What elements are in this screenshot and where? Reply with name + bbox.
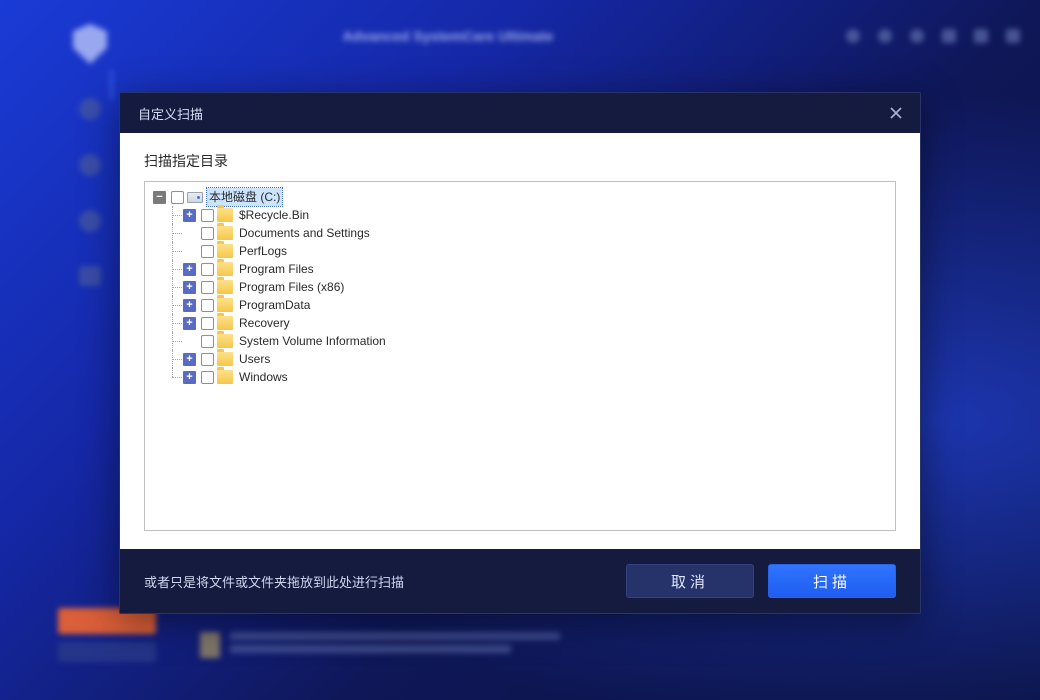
- tree-node: + Users: [159, 350, 887, 368]
- tree-expander-none: [183, 335, 196, 348]
- tree-checkbox[interactable]: [201, 263, 214, 276]
- folder-icon: [217, 352, 233, 366]
- folder-icon: [217, 370, 233, 384]
- shield-icon: [73, 24, 107, 64]
- tree-expand-toggle[interactable]: +: [183, 281, 196, 294]
- folder-icon: [217, 316, 233, 330]
- tree-node-label[interactable]: PerfLogs: [237, 242, 289, 260]
- folder-icon: [217, 334, 233, 348]
- dialog-body: 扫描指定目录 − 本地磁盘 (C:) + $Recycle.BinDocuments …: [120, 133, 920, 549]
- blurred-titlebar: Advanced SystemCare Ultimate: [50, 16, 1020, 56]
- tree-node-label[interactable]: ProgramData: [237, 296, 312, 314]
- tree-expand-toggle[interactable]: +: [183, 209, 196, 222]
- folder-icon: [217, 298, 233, 312]
- tree-expand-toggle[interactable]: +: [183, 371, 196, 384]
- scan-button[interactable]: 扫描: [768, 564, 896, 598]
- tree-node: Documents and Settings: [159, 224, 887, 242]
- blurred-sidebar: [54, 10, 126, 680]
- tree-expand-toggle[interactable]: +: [183, 263, 196, 276]
- tree-node-label[interactable]: System Volume Information: [237, 332, 388, 350]
- tree-expand-toggle[interactable]: +: [183, 353, 196, 366]
- folder-icon: [217, 226, 233, 240]
- custom-scan-dialog: 自定义扫描 扫描指定目录 − 本地磁盘 (C:) + $Recycle.BinDocu…: [119, 92, 921, 614]
- tree-node-label[interactable]: Windows: [237, 368, 290, 386]
- tree-node-label[interactable]: Recovery: [237, 314, 292, 332]
- folder-icon: [217, 244, 233, 258]
- tree-node: + Windows: [159, 368, 887, 386]
- tree-expand-toggle[interactable]: +: [183, 317, 196, 330]
- dialog-header: 自定义扫描: [120, 93, 920, 133]
- tree-checkbox[interactable]: [201, 371, 214, 384]
- tree-expand-toggle[interactable]: +: [183, 299, 196, 312]
- tree-node: + $Recycle.Bin: [159, 206, 887, 224]
- tree-checkbox[interactable]: [201, 353, 214, 366]
- tree-checkbox[interactable]: [201, 245, 214, 258]
- scan-directory-label: 扫描指定目录: [144, 151, 896, 171]
- tree-collapse-toggle[interactable]: −: [153, 191, 166, 204]
- close-icon: [889, 106, 903, 120]
- tree-checkbox[interactable]: [201, 299, 214, 312]
- directory-tree[interactable]: − 本地磁盘 (C:) + $Recycle.BinDocuments and Set…: [144, 181, 896, 531]
- close-button[interactable]: [886, 103, 906, 123]
- cancel-button[interactable]: 取消: [626, 564, 754, 598]
- drag-hint-text: 或者只是将文件或文件夹拖放到此处进行扫描: [144, 572, 404, 591]
- tree-checkbox[interactable]: [201, 281, 214, 294]
- tree-node-label[interactable]: 本地磁盘 (C:): [207, 188, 282, 206]
- tree-checkbox[interactable]: [201, 335, 214, 348]
- tree-node: + ProgramData: [159, 296, 887, 314]
- tree-expander-none: [183, 245, 196, 258]
- blurred-footer-note: [200, 632, 560, 666]
- tree-checkbox[interactable]: [201, 317, 214, 330]
- drive-icon: [187, 192, 203, 203]
- folder-icon: [217, 208, 233, 222]
- tree-node: + Recovery: [159, 314, 887, 332]
- tree-node-label[interactable]: Documents and Settings: [237, 224, 372, 242]
- dialog-footer: 或者只是将文件或文件夹拖放到此处进行扫描 取消 扫描: [120, 549, 920, 613]
- folder-icon: [217, 262, 233, 276]
- tree-node-label[interactable]: Program Files: [237, 260, 316, 278]
- tree-node: PerfLogs: [159, 242, 887, 260]
- tree-node: + Program Files (x86): [159, 278, 887, 296]
- tree-node-label[interactable]: $Recycle.Bin: [237, 206, 311, 224]
- tree-node-label[interactable]: Users: [237, 350, 272, 368]
- blurred-bottom-bar: [58, 642, 156, 662]
- tree-node-label[interactable]: Program Files (x86): [237, 278, 346, 296]
- tree-checkbox[interactable]: [201, 227, 214, 240]
- tree-node-root: − 本地磁盘 (C:) + $Recycle.BinDocuments and Set…: [153, 188, 887, 386]
- tree-checkbox[interactable]: [171, 191, 184, 204]
- tree-node: System Volume Information: [159, 332, 887, 350]
- folder-icon: [217, 280, 233, 294]
- tree-expander-none: [183, 227, 196, 240]
- dialog-title: 自定义扫描: [138, 104, 203, 123]
- tree-node: + Program Files: [159, 260, 887, 278]
- tree-checkbox[interactable]: [201, 209, 214, 222]
